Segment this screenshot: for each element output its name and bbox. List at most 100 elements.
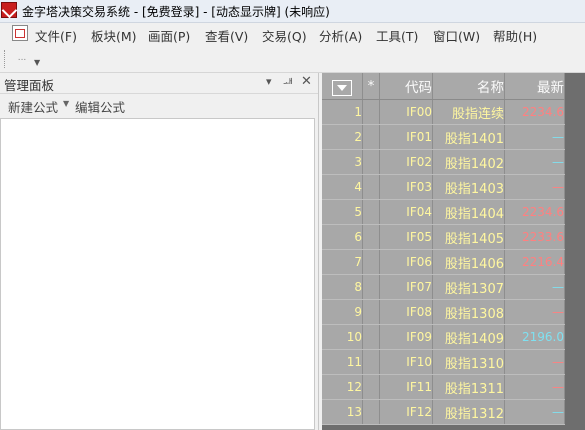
row-code: IF11 [379,374,433,400]
header-code[interactable]: 代码 [379,73,433,100]
dropdown-icon[interactable]: ▾ [266,75,272,88]
panel-header: 管理面板 ▾ ᅫ ✕ [0,73,318,94]
row-last-price: — [504,399,565,425]
header-name[interactable]: 名称 [432,73,505,100]
menu-file[interactable]: 文件(F) [35,26,77,45]
table-row[interactable]: 3 IF02 股指1402— [322,149,565,175]
row-star [362,99,380,125]
row-last-price: 2234.6 [504,99,565,125]
toolbar: ... ▼ [0,46,585,73]
row-star [362,299,380,325]
row-name: 股指1406 [432,249,505,275]
row-code: IF09 [379,324,433,350]
app-logo-icon[interactable] [1,2,17,18]
chevron-down-icon[interactable]: ▼ [63,99,69,108]
row-name: 股指1307 [432,274,505,300]
table-row[interactable]: 6 IF05 股指1405 2233.6 [322,224,565,250]
row-code: IF05 [379,224,433,250]
table-row[interactable]: 9 IF08 股指1308— [322,299,565,325]
menu-tools[interactable]: 工具(T) [376,26,418,45]
row-code: IF12 [379,399,433,425]
table-row[interactable]: 7 IF06 股指1406 2216.4 [322,249,565,275]
row-code: IF08 [379,299,433,325]
row-star [362,174,380,200]
table-row[interactable]: 13 IF12 股指1312— [322,399,565,425]
menu-help[interactable]: 帮助(H) [493,26,537,45]
close-icon[interactable]: ✕ [301,74,312,89]
row-star [362,399,380,425]
row-name: 股指1311 [432,374,505,400]
row-number: 6 [322,224,363,250]
header-last[interactable]: 最新 [504,73,565,100]
row-star [362,324,380,350]
table-row[interactable]: 10 IF09 股指1409 2196.0 [322,324,565,350]
toolbar-grip[interactable] [4,50,8,68]
panel-content [0,118,315,430]
row-name: 股指1402 [432,149,505,175]
row-number: 10 [322,324,363,350]
row-last-price: 2233.6 [504,224,565,250]
header-star[interactable]: * [362,73,380,100]
row-name: 股指1312 [432,399,505,425]
child-window-icon[interactable] [12,25,28,41]
row-number: 3 [322,149,363,175]
column-selector[interactable] [322,73,363,100]
row-number: 4 [322,174,363,200]
row-star [362,274,380,300]
table-row[interactable]: 8 IF07 股指1307— [322,274,565,300]
toolbar-dropdown-icon[interactable]: ▼ [34,58,40,67]
row-star [362,374,380,400]
row-number: 7 [322,249,363,275]
table-row[interactable]: 4 IF03 股指1403— [322,174,565,200]
row-number: 12 [322,374,363,400]
row-last-price: — [504,149,565,175]
quote-table: * 代码 名称 最新 1 IF00 股指连续 2234.6 2 IF01 股指1401—3 I… [322,73,565,425]
menu-bar: 文件(F) 板块(M) 画面(P) 查看(V) 交易(Q) 分析(A) 工具(T… [0,23,585,45]
row-code: IF07 [379,274,433,300]
row-star [362,199,380,225]
window-title: 金字塔决策交易系统 - [免费登录] - [动态显示牌] (未响应) [22,5,330,19]
menu-sector[interactable]: 板块(M) [91,26,137,45]
row-last-price: — [504,349,565,375]
row-last-price: — [504,299,565,325]
row-number: 2 [322,124,363,150]
row-code: IF00 [379,99,433,125]
table-row[interactable]: 5 IF04 股指1404 2234.6 [322,199,565,225]
row-name: 股指1308 [432,299,505,325]
row-star [362,149,380,175]
row-name: 股指1409 [432,324,505,350]
row-name: 股指1310 [432,349,505,375]
tab-edit-formula[interactable]: 编辑公式 [75,97,125,116]
row-last-price: 2216.4 [504,249,565,275]
table-row[interactable]: 1 IF00 股指连续 2234.6 [322,99,565,125]
table-row[interactable]: 12 IF11 股指1311— [322,374,565,400]
title-bar: 金字塔决策交易系统 - [免费登录] - [动态显示牌] (未响应) [0,0,585,23]
menu-trade[interactable]: 交易(Q) [262,26,307,45]
column-menu-icon[interactable] [332,79,352,96]
row-name: 股指1401 [432,124,505,150]
row-number: 9 [322,299,363,325]
row-number: 11 [322,349,363,375]
row-code: IF06 [379,249,433,275]
row-code: IF02 [379,149,433,175]
row-name: 股指连续 [432,99,505,125]
pin-icon[interactable]: ᅫ [283,75,293,91]
row-code: IF04 [379,199,433,225]
menu-screen[interactable]: 画面(P) [148,26,190,45]
menu-view[interactable]: 查看(V) [205,26,248,45]
row-star [362,224,380,250]
menu-window[interactable]: 窗口(W) [433,26,480,45]
row-name: 股指1403 [432,174,505,200]
menu-analysis[interactable]: 分析(A) [319,26,362,45]
row-code: IF01 [379,124,433,150]
tab-new-formula[interactable]: 新建公式 [8,97,58,116]
row-number: 13 [322,399,363,425]
panel-tabs: 新建公式 ▼ 编辑公式 [0,94,318,116]
table-row[interactable]: 2 IF01 股指1401— [322,124,565,150]
panel-title: 管理面板 [4,78,55,93]
row-last-price: — [504,274,565,300]
management-panel: 管理面板 ▾ ᅫ ✕ 新建公式 ▼ 编辑公式 [0,73,319,430]
toolbar-button[interactable]: ... [12,52,32,64]
table-row[interactable]: 11 IF10 股指1310— [322,349,565,375]
row-last-price: — [504,174,565,200]
